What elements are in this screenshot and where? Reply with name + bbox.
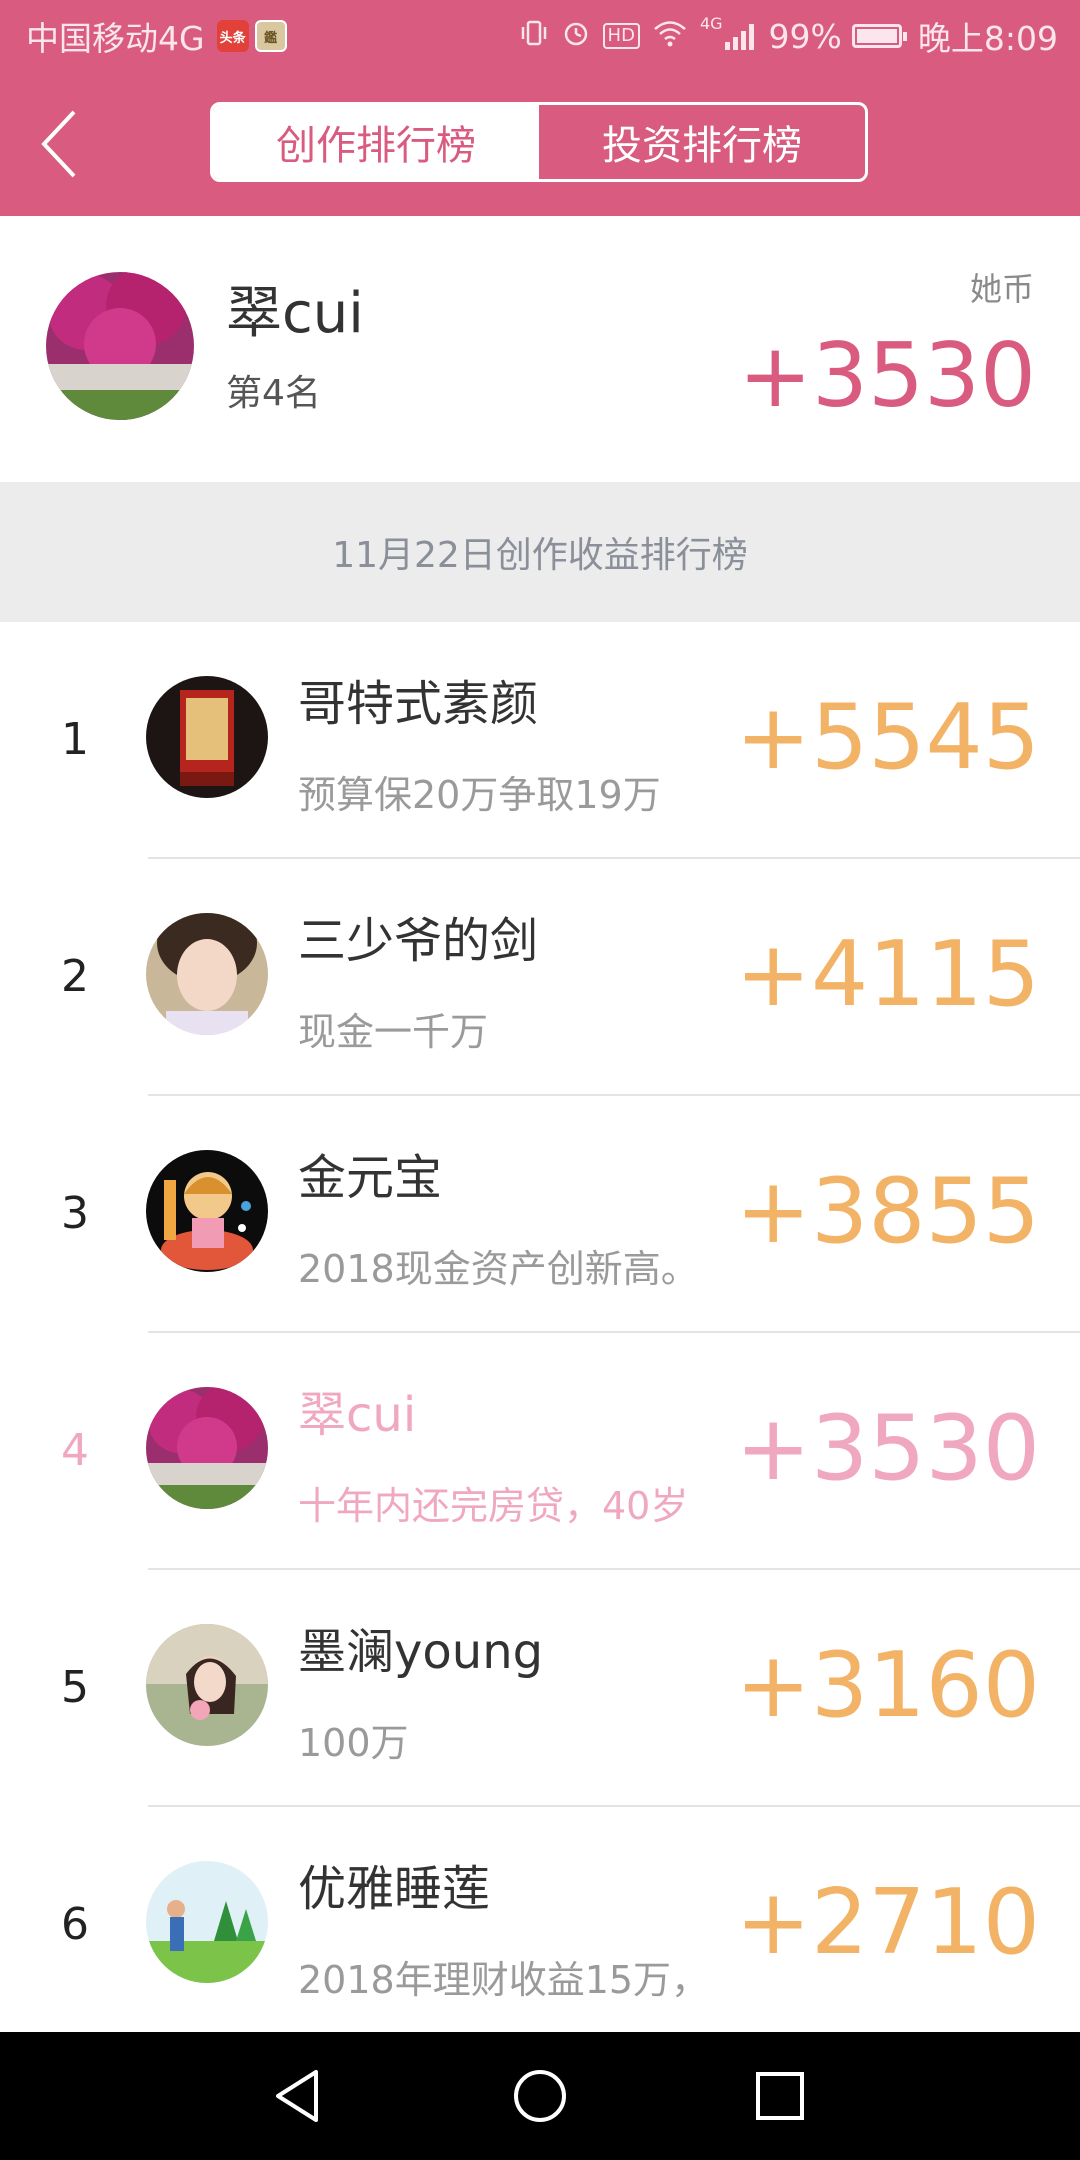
user-score: +5545 <box>735 685 1040 790</box>
nav-back-button[interactable] <box>264 2060 336 2132</box>
system-nav-bar <box>0 2032 1080 2160</box>
chevron-left-icon <box>41 110 76 178</box>
battery-percent: 99% <box>768 16 842 56</box>
vibrate-icon <box>519 18 549 55</box>
rank-number: 3 <box>61 1188 89 1239</box>
user-name: 翠cui <box>298 1387 417 1443</box>
nav-home-button[interactable] <box>504 2060 576 2132</box>
list-item-current-user[interactable]: 4 翠cui 十年内还完房贷，40岁 +3530 <box>0 1333 1080 1570</box>
rank-number: 5 <box>61 1662 89 1713</box>
user-name: 三少爷的剑 <box>298 913 539 969</box>
status-left: 中国移动4G 头条 鑑 <box>26 14 287 58</box>
nav-recents-button[interactable] <box>744 2060 816 2132</box>
user-score: +3855 <box>735 1159 1040 1264</box>
clock: 晚上8:09 <box>917 19 1058 58</box>
user-goal: 十年内还完房贷，40岁 <box>298 1484 689 1528</box>
hd-icon: HD <box>602 23 640 49</box>
user-goal: 2018现金资产创新高。 <box>298 1247 699 1291</box>
news-app-icon: 头条 <box>216 20 249 52</box>
notification-app-icon: 鑑 <box>254 20 287 52</box>
user-name: 哥特式素颜 <box>298 676 539 732</box>
avatar[interactable] <box>146 1861 268 1983</box>
avatar[interactable] <box>146 676 268 798</box>
avatar[interactable] <box>146 913 268 1035</box>
user-goal: 2018年理财收益15万， <box>298 1958 710 2002</box>
rank-number: 2 <box>61 951 89 1002</box>
my-name: 翠cui <box>226 281 364 346</box>
avatar[interactable] <box>146 1150 268 1272</box>
rank-number: 1 <box>61 714 89 765</box>
alarm-icon <box>561 18 591 55</box>
status-right: HD 4G 99% 晚上8:09 <box>519 14 1058 58</box>
wifi-icon <box>652 18 688 55</box>
user-name: 优雅睡莲 <box>298 1861 491 1917</box>
user-goal: 现金一千万 <box>298 1010 489 1054</box>
user-name: 金元宝 <box>298 1150 443 1206</box>
ranking-tab-switch: 创作排行榜 投资排行榜 <box>210 102 868 182</box>
status-bar: 中国移动4G 头条 鑑 HD 4G 99% 晚上8:09 <box>0 0 1080 74</box>
list-item[interactable]: 3 金元宝 2018现金资产创新高。 +3855 <box>0 1096 1080 1333</box>
circle-home-icon <box>514 2070 566 2122</box>
currency-unit: 她币 <box>969 270 1034 308</box>
my-rank: 第4名 <box>226 373 321 414</box>
list-item[interactable]: 1 哥特式素颜 预算保20万争取19万 +5545 <box>0 622 1080 859</box>
user-goal: 100万 <box>298 1721 409 1765</box>
avatar[interactable] <box>46 272 194 420</box>
triangle-back-icon <box>276 2070 318 2122</box>
user-goal: 预算保20万争取19万 <box>298 773 661 817</box>
user-score: +2710 <box>735 1870 1040 1975</box>
ranking-list: 1 哥特式素颜 预算保20万争取19万 +5545 2 三少爷的剑 现金一千万 … <box>0 622 1080 2044</box>
list-item[interactable]: 6 优雅睡莲 2018年理财收益15万， +2710 <box>0 1807 1080 2044</box>
list-item[interactable]: 5 墨澜young 100万 +3160 <box>0 1570 1080 1807</box>
app-header: 创作排行榜 投资排行榜 <box>0 74 1080 216</box>
signal-icon <box>724 22 757 50</box>
my-score: +3530 <box>738 324 1036 427</box>
battery-icon <box>851 24 907 48</box>
rank-number: 6 <box>61 1899 89 1950</box>
avatar[interactable] <box>146 1387 268 1509</box>
tab-investment-ranking[interactable]: 投资排行榜 <box>539 105 865 179</box>
user-score: +4115 <box>735 922 1040 1027</box>
back-button[interactable] <box>36 104 96 184</box>
network-type: 4G <box>699 14 723 33</box>
user-name: 墨澜young <box>298 1624 544 1680</box>
carrier-label: 中国移动4G <box>26 19 205 58</box>
avatar[interactable] <box>146 1624 268 1746</box>
square-recents-icon <box>756 2072 804 2120</box>
tab-creation-ranking[interactable]: 创作排行榜 <box>213 105 539 179</box>
my-ranking-card: 翠cui 第4名 她币 +3530 <box>0 216 1080 482</box>
list-item[interactable]: 2 三少爷的剑 现金一千万 +4115 <box>0 859 1080 1096</box>
section-title: 11月22日创作收益排行榜 <box>0 482 1080 622</box>
rank-number: 4 <box>61 1425 89 1476</box>
user-score: +3530 <box>735 1396 1040 1501</box>
user-score: +3160 <box>735 1633 1040 1738</box>
